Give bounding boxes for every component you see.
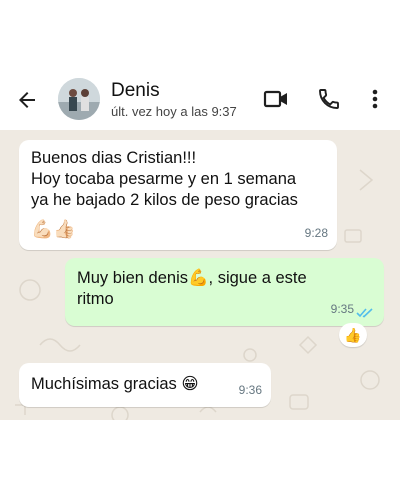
message-bubble-incoming[interactable]: Muchísimas gracias 😁 9:36 bbox=[19, 363, 271, 407]
video-call-icon[interactable] bbox=[263, 87, 289, 111]
contact-name[interactable]: Denis bbox=[111, 80, 160, 102]
phone-icon[interactable] bbox=[317, 87, 341, 111]
chat-header: Denis últ. vez hoy a las 9:37 bbox=[0, 70, 400, 130]
chat-area[interactable]: Buenos dias Cristian!!! Hoy tocaba pesar… bbox=[0, 130, 400, 420]
message-text: Buenos dias Cristian!!! Hoy tocaba pesar… bbox=[31, 149, 298, 209]
avatar[interactable] bbox=[58, 78, 100, 120]
last-seen-status: últ. vez hoy a las 9:37 bbox=[111, 104, 237, 119]
message-time: 9:35 bbox=[330, 302, 354, 316]
message-bubble-incoming[interactable]: Buenos dias Cristian!!! Hoy tocaba pesar… bbox=[19, 140, 337, 250]
message-emoji: 💪🏻👍🏻 bbox=[31, 219, 76, 239]
reaction-badge[interactable]: 👍 bbox=[339, 323, 367, 347]
message-time: 9:36 bbox=[238, 383, 262, 397]
message-bubble-outgoing[interactable]: Muy bien denis💪, sigue a este ritmo 9:35 bbox=[65, 258, 384, 326]
read-double-check-icon bbox=[356, 308, 373, 318]
more-options-icon[interactable] bbox=[368, 87, 382, 111]
message-time: 9:28 bbox=[304, 226, 328, 240]
message-text: Muchísimas gracias 😁 bbox=[31, 375, 199, 393]
back-arrow-icon[interactable] bbox=[14, 88, 40, 112]
message-text: Muy bien denis💪, sigue a este ritmo bbox=[77, 269, 307, 308]
